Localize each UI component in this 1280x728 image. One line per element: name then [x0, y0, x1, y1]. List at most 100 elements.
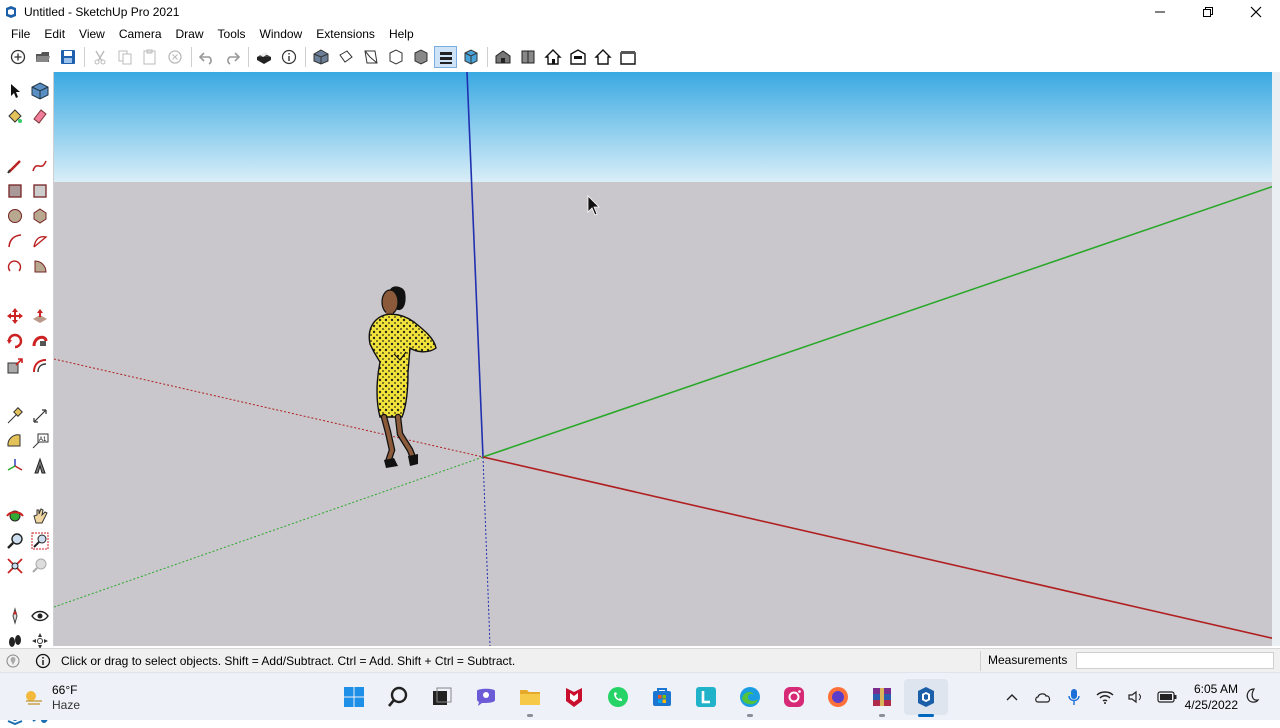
shaded-button[interactable]	[459, 46, 482, 68]
standard-views-back[interactable]	[591, 46, 614, 68]
edge-button[interactable]	[728, 679, 772, 717]
top-house-icon	[521, 50, 534, 64]
print-button[interactable]	[252, 46, 275, 68]
standard-views-front[interactable]	[541, 46, 564, 68]
menu-camera[interactable]: Camera	[112, 24, 169, 44]
clock[interactable]: 6:05 AM 4/25/2022	[1176, 681, 1238, 713]
open-button[interactable]	[31, 46, 54, 68]
close-button[interactable]	[1232, 0, 1280, 24]
line-tool[interactable]	[2, 153, 27, 178]
l-app-button[interactable]	[684, 679, 728, 715]
right-view-button[interactable]	[384, 46, 407, 68]
two-point-arc-tool[interactable]	[27, 228, 52, 253]
redo-button[interactable]	[220, 46, 243, 68]
pan-tool[interactable]	[27, 503, 52, 528]
text-tool[interactable]: A1	[27, 428, 52, 453]
task-view-button[interactable]	[420, 679, 464, 715]
chat-button[interactable]	[464, 679, 508, 715]
menu-view[interactable]: View	[72, 24, 112, 44]
model-info-button[interactable]	[277, 46, 300, 68]
circle-tool[interactable]	[2, 203, 27, 228]
restore-button[interactable]	[1184, 0, 1232, 24]
standard-views-left[interactable]	[616, 46, 639, 68]
drawing-area[interactable]	[54, 72, 1280, 646]
left-view-button[interactable]	[434, 46, 457, 68]
previous-view-tool[interactable]	[27, 553, 52, 578]
mcafee-button[interactable]	[552, 679, 596, 715]
rotate-tool[interactable]	[2, 328, 27, 353]
standard-views-right[interactable]	[566, 46, 589, 68]
new-button[interactable]	[6, 46, 29, 68]
save-button[interactable]	[56, 46, 79, 68]
menu-tools[interactable]: Tools	[211, 24, 253, 44]
axes-tool[interactable]	[2, 453, 27, 478]
microsoft-store-button[interactable]	[640, 679, 684, 715]
push-pull-tool[interactable]	[27, 303, 52, 328]
3d-text-tool[interactable]	[27, 453, 52, 478]
undo-button[interactable]	[195, 46, 218, 68]
geo-location-icon[interactable]	[5, 653, 21, 669]
position-camera-tool[interactable]	[2, 603, 27, 628]
wifi-button[interactable]	[1093, 687, 1117, 707]
zoom-window-tool[interactable]	[27, 528, 52, 553]
instructor-icon[interactable]	[35, 653, 51, 669]
menu-window[interactable]: Window	[253, 24, 310, 44]
minimize-button[interactable]	[1136, 0, 1184, 24]
arc-tool[interactable]	[2, 228, 27, 253]
show-hidden-icons-button[interactable]	[1000, 687, 1024, 707]
standard-views-top[interactable]	[516, 46, 539, 68]
circle-tool-icon	[7, 208, 22, 223]
erase-button[interactable]	[163, 46, 186, 68]
offset-tool[interactable]	[27, 353, 52, 378]
measurements-input[interactable]	[1076, 652, 1274, 669]
top-view-button[interactable]	[334, 46, 357, 68]
sketchup-taskbar-button[interactable]	[904, 679, 948, 717]
dimension-tool[interactable]	[27, 403, 52, 428]
orbit-tool[interactable]	[2, 503, 27, 528]
weather-widget[interactable]: 66°F Haze	[22, 683, 80, 713]
winrar-button[interactable]	[860, 679, 904, 717]
back-view-button[interactable]	[409, 46, 432, 68]
focus-assist-icon[interactable]	[1244, 687, 1260, 705]
iso-house-icon	[495, 50, 510, 64]
onedrive-button[interactable]	[1031, 687, 1055, 707]
menu-extensions[interactable]: Extensions	[309, 24, 382, 44]
three-point-arc-tool[interactable]	[2, 253, 27, 278]
rotated-rectangle-tool[interactable]	[27, 178, 52, 203]
menu-file[interactable]: File	[4, 24, 37, 44]
standard-views-iso[interactable]	[491, 46, 514, 68]
freehand-tool[interactable]	[27, 153, 52, 178]
front-view-button[interactable]	[359, 46, 382, 68]
rectangle-tool[interactable]	[2, 178, 27, 203]
copy-button[interactable]	[113, 46, 136, 68]
menu-draw[interactable]: Draw	[169, 24, 211, 44]
volume-button[interactable]	[1124, 687, 1148, 707]
cut-button[interactable]	[88, 46, 111, 68]
instagram-button[interactable]	[772, 679, 816, 715]
start-button[interactable]	[332, 679, 376, 715]
zoom-extents-tool[interactable]	[2, 553, 27, 578]
make-component-tool[interactable]	[27, 78, 52, 103]
follow-me-tool[interactable]	[27, 328, 52, 353]
whatsapp-button[interactable]	[596, 679, 640, 715]
select-tool[interactable]	[2, 78, 27, 103]
microphone-button[interactable]	[1062, 687, 1086, 707]
look-around-tool[interactable]	[27, 603, 52, 628]
protractor-tool[interactable]	[2, 428, 27, 453]
move-tool[interactable]	[2, 303, 27, 328]
open-folder-icon	[35, 52, 50, 62]
tape-measure-tool[interactable]	[2, 403, 27, 428]
firefox-button[interactable]	[816, 679, 860, 715]
pie-tool[interactable]	[27, 253, 52, 278]
search-button[interactable]	[376, 679, 420, 715]
paste-button[interactable]	[138, 46, 161, 68]
polygon-tool[interactable]	[27, 203, 52, 228]
eraser-tool[interactable]	[27, 103, 52, 128]
menu-edit[interactable]: Edit	[37, 24, 72, 44]
scale-tool[interactable]	[2, 353, 27, 378]
paint-bucket-tool[interactable]	[2, 103, 27, 128]
file-explorer-button[interactable]	[508, 679, 552, 717]
menu-help[interactable]: Help	[382, 24, 421, 44]
iso-view-button[interactable]	[309, 46, 332, 68]
zoom-tool[interactable]	[2, 528, 27, 553]
